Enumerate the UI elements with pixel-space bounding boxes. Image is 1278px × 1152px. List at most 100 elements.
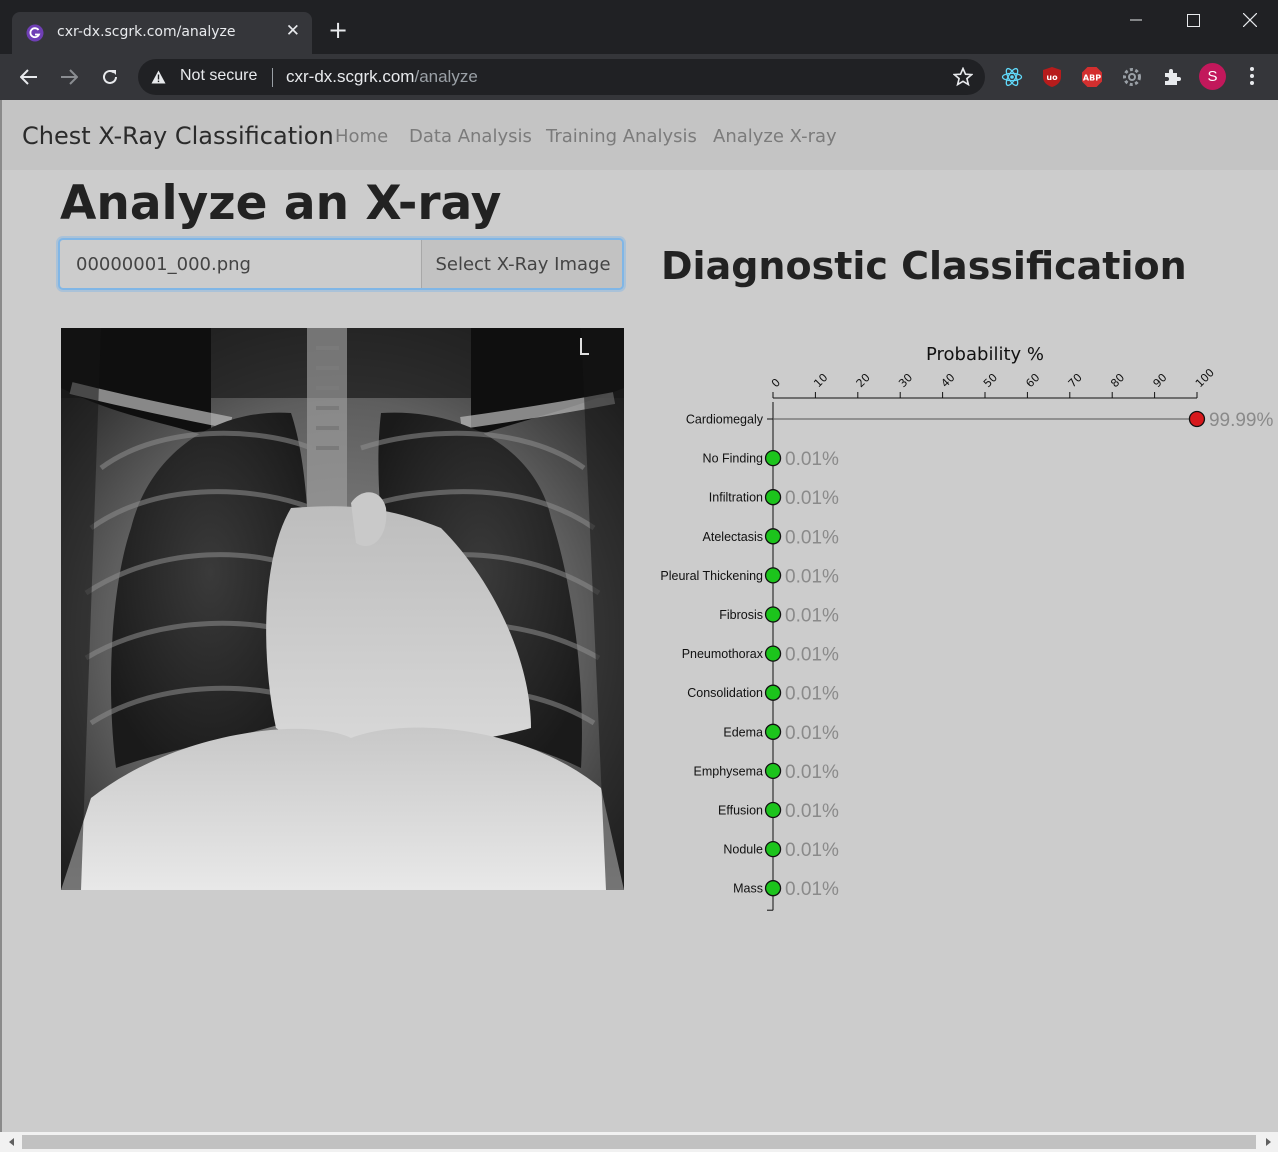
value-label: 0.01% (785, 840, 839, 861)
x-tick-label: 100 (1193, 366, 1217, 390)
brand-link[interactable]: Chest X-Ray Classification (22, 122, 334, 150)
url-text[interactable]: cxr-dx.scgrk.com/analyze (286, 67, 478, 87)
probability-dot (764, 606, 782, 623)
site-favicon-icon (26, 24, 44, 42)
browser-titlebar: cxr-dx.scgrk.com/analyze ✕ + (0, 0, 1278, 54)
react-devtools-icon[interactable] (1001, 66, 1023, 88)
x-tick-label: 80 (1108, 371, 1127, 390)
reload-icon[interactable] (99, 66, 121, 88)
results-heading: Diagnostic Classification (661, 244, 1187, 288)
probability-dot (764, 840, 782, 858)
settings-extension-icon[interactable] (1121, 66, 1143, 88)
value-label: 0.01% (785, 801, 839, 822)
probability-dot (764, 528, 782, 545)
value-label: 0.01% (785, 449, 839, 470)
file-input-group[interactable]: 00000001_000.png Select X-Ray Image (58, 238, 624, 290)
minimize-icon[interactable] (1113, 6, 1159, 34)
value-label: 99.99% (1209, 410, 1274, 431)
x-tick-label: 20 (854, 371, 873, 390)
select-xray-button[interactable]: Select X-Ray Image (421, 240, 622, 288)
browser-tab[interactable]: cxr-dx.scgrk.com/analyze ✕ (12, 12, 312, 54)
probability-dot (764, 880, 782, 897)
extensions-puzzle-icon[interactable] (1161, 66, 1183, 88)
category-label: Pneumothorax (682, 647, 764, 661)
nav-data-analysis[interactable]: Data Analysis (409, 126, 532, 147)
browser-toolbar: Not secure cxr-dx.scgrk.com/analyze uo A… (0, 54, 1278, 100)
category-label: No Finding (703, 452, 763, 466)
window-close-icon[interactable] (1227, 6, 1273, 34)
category-label: Fibrosis (719, 608, 763, 622)
category-label: Edema (723, 725, 763, 739)
url-host: cxr-dx.scgrk.com (286, 67, 415, 86)
window-edge (0, 100, 2, 1132)
scrollbar-thumb[interactable] (22, 1135, 1256, 1149)
probability-dot (764, 723, 782, 740)
page-title: Analyze an X-ray (60, 176, 502, 231)
new-tab-icon[interactable]: + (328, 18, 348, 42)
tab-title: cxr-dx.scgrk.com/analyze (57, 24, 236, 40)
tab-close-icon[interactable]: ✕ (286, 21, 300, 41)
value-label: 0.01% (785, 879, 839, 900)
value-label: 0.01% (785, 684, 839, 705)
site-navbar: Chest X-Ray Classification Home Data Ana… (0, 100, 1278, 170)
more-menu-icon[interactable] (1244, 64, 1260, 88)
star-icon[interactable] (953, 67, 973, 87)
x-tick-label: 70 (1066, 371, 1085, 390)
security-status[interactable]: Not secure (180, 67, 257, 85)
probability-dot (764, 684, 782, 701)
nav-training-analysis[interactable]: Training Analysis (546, 126, 697, 147)
category-label: Atelectasis (703, 530, 763, 544)
address-separator (272, 68, 273, 87)
maximize-icon[interactable] (1170, 6, 1216, 34)
ublock-icon[interactable]: uo (1041, 66, 1063, 88)
warning-icon[interactable] (151, 70, 166, 84)
value-label: 0.01% (785, 527, 839, 548)
category-label: Infiltration (709, 491, 763, 505)
probability-dot (764, 762, 782, 780)
category-label: Emphysema (694, 764, 764, 778)
address-bar[interactable]: Not secure cxr-dx.scgrk.com/analyze (138, 59, 985, 95)
category-label: Pleural Thickening (660, 569, 763, 583)
forward-icon[interactable] (58, 66, 80, 88)
category-label: Consolidation (687, 686, 763, 700)
probability-dot (764, 567, 782, 584)
probability-dot (764, 801, 782, 819)
value-label: 0.01% (785, 762, 839, 783)
x-tick-label: 50 (981, 371, 1000, 390)
category-label: Mass (733, 882, 763, 896)
value-label: 0.01% (785, 488, 839, 509)
url-path: /analyze (414, 67, 478, 86)
page-content: Chest X-Ray Classification Home Data Ana… (0, 100, 1278, 1132)
scroll-left-icon[interactable] (6, 1136, 18, 1148)
value-label: 0.01% (785, 645, 839, 666)
adblock-plus-icon[interactable]: ABP (1081, 66, 1103, 88)
probability-dot (764, 645, 782, 662)
nav-home[interactable]: Home (335, 126, 388, 147)
x-tick-label: 30 (896, 371, 915, 390)
back-icon[interactable] (18, 66, 40, 88)
nav-analyze-xray[interactable]: Analyze X-ray (713, 126, 837, 147)
x-tick-label: 0 (769, 376, 783, 390)
selected-file-name[interactable]: 00000001_000.png (76, 254, 251, 275)
category-label: Effusion (718, 804, 763, 818)
value-label: 0.01% (785, 606, 839, 627)
diagnostic-probability-chart: Probability % 0 10 20 30 40 50 60 70 80 90 100 Card… (660, 344, 1274, 911)
category-label: Nodule (723, 843, 763, 857)
svg-text:ABP: ABP (1083, 74, 1101, 83)
profile-avatar[interactable]: S (1199, 63, 1226, 90)
scroll-right-icon[interactable] (1262, 1136, 1274, 1148)
x-tick-label: 40 (939, 371, 958, 390)
x-tick-label: 60 (1023, 371, 1042, 390)
value-label: 0.01% (785, 723, 839, 744)
probability-dot (1188, 410, 1206, 428)
probability-dot (764, 489, 782, 506)
x-tick-label: 90 (1151, 371, 1170, 390)
x-tick-label: 10 (811, 371, 830, 390)
xray-image (61, 328, 624, 890)
chart-title: Probability % (926, 344, 1044, 365)
category-label: Cardiomegaly (686, 413, 764, 427)
svg-text:uo: uo (1046, 73, 1058, 82)
value-label: 0.01% (785, 566, 839, 587)
horizontal-scrollbar[interactable] (0, 1132, 1278, 1152)
probability-dot (764, 449, 782, 467)
